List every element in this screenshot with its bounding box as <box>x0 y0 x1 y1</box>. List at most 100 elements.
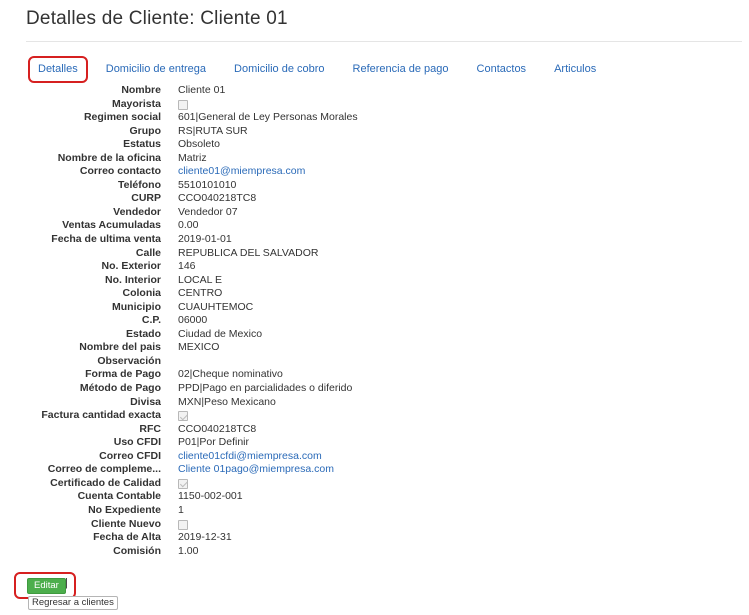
field-nombre: Nombre Cliente 01 <box>0 84 520 98</box>
title-divider <box>26 41 742 42</box>
field-label: Correo CFDI <box>99 449 161 462</box>
field-label: Calle <box>135 246 161 259</box>
cliente-nuevo-checkbox <box>178 519 188 530</box>
field-value: 146 <box>178 260 196 273</box>
field-value: MEXICO <box>178 341 220 354</box>
correo-complemento-link[interactable]: Cliente 01pago@miempresa.com <box>178 463 334 477</box>
field-label: Forma de Pago <box>85 368 161 381</box>
field-label: No. Exterior <box>101 260 161 273</box>
field-label: Vendedor <box>113 205 161 218</box>
field-cuenta-contable: Cuenta Contable 1150-002-001 <box>0 490 520 504</box>
field-correo-contacto: Correo contacto cliente01@miempresa.com <box>0 165 520 179</box>
correo-cfdi-link[interactable]: cliente01cfdi@miempresa.com <box>178 450 322 464</box>
field-value: CCO040218TC8 <box>178 422 257 435</box>
field-divisa: Divisa MXN|Peso Mexicano <box>0 396 520 410</box>
field-label: Ventas Acumuladas <box>62 219 161 232</box>
field-label: No. Interior <box>104 273 161 286</box>
field-value: 06000 <box>178 314 208 327</box>
tab-domicilio-entrega[interactable]: Domicilio de entrega <box>96 56 216 83</box>
field-nombre-pais: Nombre del pais MEXICO <box>0 341 520 355</box>
field-value: Matriz <box>178 151 207 164</box>
correo-contacto-link[interactable]: cliente01@miempresa.com <box>178 165 305 179</box>
field-vendedor: Vendedor Vendedor 07 <box>0 206 520 220</box>
field-label: Correo contacto <box>79 165 161 178</box>
field-label: Divisa <box>130 395 161 408</box>
field-label: Certificado de Calidad <box>50 476 161 489</box>
field-value: 2019-01-01 <box>178 233 232 246</box>
field-colonia: Colonia CENTRO <box>0 287 520 301</box>
field-value: 1 <box>178 503 184 516</box>
field-fecha-ultima-venta: Fecha de ultima venta 2019-01-01 <box>0 233 520 247</box>
field-no-interior: No. Interior LOCAL E <box>0 274 520 288</box>
field-fecha-alta: Fecha de Alta 2019-12-31 <box>0 531 520 545</box>
field-label: Nombre de la oficina <box>57 151 161 164</box>
field-label: Factura cantidad exacta <box>41 409 161 422</box>
field-uso-cfdi: Uso CFDI P01|Por Definir <box>0 436 520 450</box>
field-value: P01|Por Definir <box>178 436 250 449</box>
field-value: 1.00 <box>178 544 199 557</box>
field-cp: C.P. 06000 <box>0 314 520 328</box>
field-value: CUAUHTEMOC <box>178 300 254 313</box>
field-observacion: Observación <box>0 355 520 369</box>
field-comision: Comisión 1.00 <box>0 545 520 559</box>
field-label: Teléfono <box>118 178 161 191</box>
field-correo-cfdi: Correo CFDI cliente01cfdi@miempresa.com <box>0 450 520 464</box>
field-label: C.P. <box>141 314 161 327</box>
field-no-expediente: No Expediente 1 <box>0 504 520 518</box>
factura-cantidad-exacta-checkbox <box>178 411 188 422</box>
field-value: 02|Cheque nominativo <box>178 368 283 381</box>
field-value: 5510101010 <box>178 178 237 191</box>
field-label: Nombre <box>121 84 161 96</box>
field-label: Nombre del pais <box>79 341 161 354</box>
back-to-clients-button[interactable]: Regresar a clientes <box>28 596 118 610</box>
field-value: Ciudad de Mexico <box>178 327 263 340</box>
field-label: CURP <box>131 192 161 205</box>
field-value: 1150-002-001 <box>178 490 243 503</box>
certificado-calidad-checkbox <box>178 478 188 489</box>
field-metodo-pago: Método de Pago PPD|Pago en parcialidades… <box>0 382 520 396</box>
field-label: Estatus <box>123 138 161 151</box>
page-title: Detalles de Cliente: Cliente 01 <box>26 8 288 29</box>
field-label: Cliente Nuevo <box>90 517 161 530</box>
field-value: 601|General de Ley Personas Morales <box>178 111 358 124</box>
field-value: 0.00 <box>178 219 199 232</box>
field-telefono: Teléfono 5510101010 <box>0 179 520 193</box>
field-factura-cantidad-exacta: Factura cantidad exacta <box>0 409 520 423</box>
field-value: MXN|Peso Mexicano <box>178 395 276 408</box>
edit-button[interactable]: Editar <box>27 578 66 594</box>
field-value: PPD|Pago en parcialidades o diferido <box>178 382 353 395</box>
field-value: 2019-12-31 <box>178 531 232 544</box>
field-value: Obsoleto <box>178 138 221 151</box>
field-certificado-calidad: Certificado de Calidad <box>0 477 520 491</box>
field-nombre-oficina: Nombre de la oficina Matriz <box>0 152 520 166</box>
field-calle: Calle REPUBLICA DEL SALVADOR <box>0 247 520 261</box>
tab-referencia-pago[interactable]: Referencia de pago <box>343 56 459 83</box>
tab-domicilio-cobro[interactable]: Domicilio de cobro <box>224 56 334 83</box>
tab-detalles[interactable]: Detalles <box>28 56 88 83</box>
field-value: Vendedor 07 <box>178 205 238 218</box>
field-forma-pago: Forma de Pago 02|Cheque nominativo <box>0 368 520 382</box>
field-value: CENTRO <box>178 287 223 300</box>
tab-contactos[interactable]: Contactos <box>467 56 537 83</box>
field-label: No Expediente <box>88 503 161 516</box>
tab-articulos[interactable]: Articulos <box>544 56 606 83</box>
client-details: Nombre Cliente 01 Mayorista Regimen soci… <box>0 84 520 558</box>
field-estatus: Estatus Obsoleto <box>0 138 520 152</box>
field-ventas-acumuladas: Ventas Acumuladas 0.00 <box>0 219 520 233</box>
field-label: Regimen social <box>83 111 161 124</box>
field-label: Fecha de ultima venta <box>51 233 161 246</box>
tab-bar: Detalles Domicilio de entrega Domicilio … <box>28 56 606 83</box>
field-label: Colonia <box>122 287 162 300</box>
field-label: Método de Pago <box>79 382 161 395</box>
field-value: RS|RUTA SUR <box>178 124 248 137</box>
field-mayorista: Mayorista <box>0 98 520 112</box>
mayorista-checkbox <box>178 99 188 110</box>
field-value: LOCAL E <box>178 273 222 286</box>
field-cliente-nuevo: Cliente Nuevo <box>0 518 520 532</box>
field-label: Municipio <box>112 300 161 313</box>
field-label: Observación <box>97 354 161 367</box>
field-correo-complemento: Correo de compleme... Cliente 01pago@mie… <box>0 463 520 477</box>
field-label: Comisión <box>113 544 161 557</box>
field-municipio: Municipio CUAUHTEMOC <box>0 301 520 315</box>
field-curp: CURP CCO040218TC8 <box>0 192 520 206</box>
